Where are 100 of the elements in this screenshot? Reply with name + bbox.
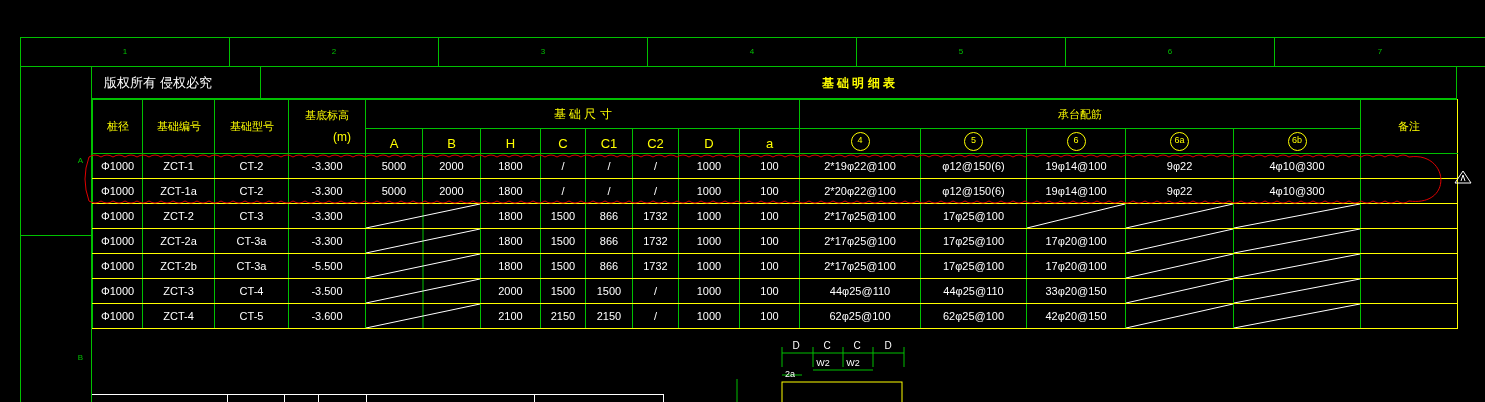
table-cell: /	[607, 184, 611, 197]
table-cell: -3.300	[311, 184, 343, 197]
table-cell: CT-3a	[236, 259, 267, 272]
table-cell: 1500	[550, 209, 576, 222]
table-cell: 100	[760, 309, 779, 322]
table-cell: 19φ14@100	[1045, 159, 1107, 172]
table-cell: /	[653, 184, 658, 197]
table-cell: 17φ20@100	[1045, 234, 1107, 247]
table-cell: 1500	[550, 284, 576, 297]
table-cell: 1000	[696, 159, 722, 172]
table-cell: ZCT-1a	[160, 184, 197, 197]
dimension-label: C	[853, 340, 861, 351]
table-cell: CT-5	[239, 309, 264, 322]
column-header: a	[765, 135, 774, 151]
table-cell: Φ1000	[100, 209, 135, 222]
table-cell: CT-2	[239, 184, 264, 197]
table-cell: 100	[760, 209, 779, 222]
table-cell: 4φ10@300	[1269, 184, 1325, 197]
table-cell: 9φ22	[1166, 159, 1193, 172]
table-cell: 866	[599, 234, 619, 247]
table-cell: -3.500	[311, 284, 343, 297]
table-cell: 2*19φ22@100	[824, 159, 896, 172]
column-header: C	[558, 135, 568, 151]
column-header: A	[389, 135, 399, 151]
table-cell: 19φ14@100	[1045, 184, 1107, 197]
table-cell: 1500	[596, 284, 622, 297]
dimension-label: C	[823, 340, 831, 351]
table-cell: 62φ25@100	[942, 309, 1005, 322]
table-cell: /	[653, 309, 658, 322]
table-cell: 5000	[381, 184, 407, 197]
table-cell: 17φ25@100	[942, 259, 1005, 272]
table-cell: CT-4	[239, 284, 264, 297]
table-cell: CT-3a	[236, 234, 267, 247]
table-cell: 2000	[498, 284, 523, 297]
table-cell: 2000	[439, 184, 464, 197]
table-cell: /	[561, 159, 565, 172]
table-cell: 1000	[696, 209, 722, 222]
column-header: C2	[647, 135, 664, 151]
column-header: B	[447, 135, 456, 151]
unit-label: (m)	[332, 128, 351, 146]
table-cell: -3.300	[311, 234, 343, 247]
table-cell: ZCT-4	[163, 309, 194, 322]
table-cell: -3.300	[311, 209, 343, 222]
table-cell: 1500	[550, 234, 576, 247]
table-cell: φ12@150(6)	[942, 184, 1005, 197]
table-cell: /	[653, 159, 658, 172]
table-cell: 1800	[498, 184, 523, 197]
copyright-text: 版权所有 侵权必究	[92, 67, 261, 98]
table-cell: 5000	[381, 159, 407, 172]
table-cell: 33φ20@150	[1045, 284, 1107, 297]
table-cell: 2150	[550, 309, 576, 322]
table-cell: 1800	[498, 159, 523, 172]
table-cell: CT-3	[239, 209, 264, 222]
grid-zone-label: A	[77, 155, 83, 167]
table-cell: Φ1000	[100, 159, 135, 172]
table-cell: 1000	[696, 309, 722, 322]
table-cell: 1800	[498, 259, 523, 272]
table-cell: 2*20φ22@100	[824, 184, 896, 197]
column-header: 备注	[1398, 120, 1420, 133]
table-cell: 866	[599, 259, 619, 272]
table-cell: -5.500	[311, 259, 343, 272]
table-cell: 100	[760, 184, 779, 197]
table-cell: 1732	[643, 234, 668, 247]
column-header: 桩径	[106, 120, 129, 133]
table-cell: 2150	[596, 309, 622, 322]
column-header: C1	[600, 135, 618, 151]
table-cell: 1000	[696, 184, 722, 197]
table-cell: 1500	[550, 259, 576, 272]
dimension-label: 2a	[785, 369, 795, 379]
grid-zone-label: 4	[749, 46, 755, 58]
grid-zone-label: 7	[1377, 46, 1383, 58]
column-group-header: 基 础 尺 寸	[553, 107, 612, 121]
table-title: 基 础 明 细 表	[821, 74, 896, 92]
table-cell: /	[653, 284, 658, 297]
table-cell: 1732	[643, 209, 668, 222]
table-cell: 1800	[498, 209, 523, 222]
table-cell: 100	[760, 159, 779, 172]
table-cell: 866	[599, 209, 619, 222]
revision-triangle-icon	[1454, 170, 1472, 184]
table-cell: ZCT-2b	[160, 259, 197, 272]
table-cell: 1000	[696, 259, 722, 272]
dimension-label: W2	[846, 358, 860, 368]
table-cell: 17φ20@100	[1045, 259, 1107, 272]
dimension-label: D	[792, 340, 800, 351]
grid-zone-label: 5	[958, 46, 964, 58]
table-cell: φ12@150(6)	[942, 159, 1005, 172]
table-cell: 44φ25@110	[829, 284, 891, 297]
table-cell: 100	[760, 259, 779, 272]
column-header: 基础编号	[156, 120, 201, 133]
table-cell: 2*17φ25@100	[824, 209, 896, 222]
dimension-label: W2	[816, 358, 830, 368]
table-cell: 44φ25@110	[943, 284, 1004, 297]
table-cell: 2*17φ25@100	[824, 259, 896, 272]
table-cell: 17φ25@100	[942, 234, 1005, 247]
grid-zone-label: 2	[331, 46, 337, 58]
grid-zone-label: B	[77, 352, 83, 364]
table-cell: 2*17φ25@100	[824, 234, 896, 247]
table-cell: 42φ20@150	[1045, 309, 1107, 322]
table-cell: ZCT-1	[163, 159, 194, 172]
table-cell: 100	[760, 234, 779, 247]
